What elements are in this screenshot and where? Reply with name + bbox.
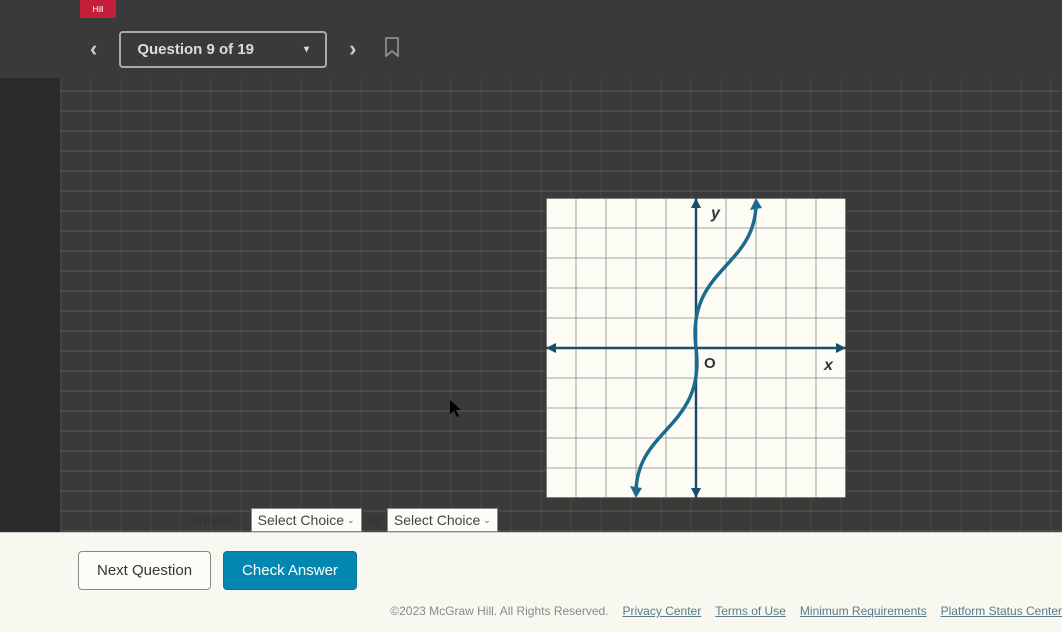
domain-select-1[interactable]: Select Choice ⌄ (251, 508, 362, 532)
action-bar: Next Question Check Answer ©2023 McGraw … (0, 532, 1062, 632)
copyright-text: ©2023 McGraw Hill. All Rights Reserved. (390, 604, 608, 618)
terms-link[interactable]: Terms of Use (715, 604, 786, 618)
domain-label: Domain = (180, 512, 245, 529)
bookmark-icon[interactable] (378, 31, 406, 68)
next-question-button[interactable]: Next Question (78, 551, 211, 590)
publisher-logo: Hill (80, 0, 116, 18)
left-margin (0, 78, 60, 532)
mouse-cursor-icon (450, 400, 464, 423)
coordinate-graph: y x O (546, 198, 846, 498)
next-question-button[interactable]: › (339, 30, 366, 68)
domain-row: Domain = Select Choice ⌄ or Select Choic… (180, 508, 498, 532)
y-axis-label: y (710, 205, 721, 222)
privacy-link[interactable]: Privacy Center (623, 604, 702, 618)
requirements-link[interactable]: Minimum Requirements (800, 604, 927, 618)
chevron-down-icon: ⌄ (483, 515, 491, 526)
check-answer-button[interactable]: Check Answer (223, 551, 357, 590)
question-nav-bar: ‹ Question 9 of 19 ▾ › (0, 0, 1062, 78)
question-selector-label: Question 9 of 19 (137, 41, 254, 58)
domain-select-2[interactable]: Select Choice ⌄ (387, 508, 498, 532)
prev-question-button[interactable]: ‹ (80, 30, 107, 68)
status-link[interactable]: Platform Status Center (941, 604, 1062, 618)
footer: ©2023 McGraw Hill. All Rights Reserved. … (390, 604, 1062, 618)
question-selector-dropdown[interactable]: Question 9 of 19 ▾ (119, 31, 327, 68)
or-text: or (368, 512, 381, 529)
chevron-down-icon: ⌄ (347, 515, 355, 526)
x-axis-label: x (823, 357, 834, 374)
chevron-down-icon: ▾ (304, 44, 309, 55)
question-content: y x O Domain = Select Choice ⌄ or Select… (60, 78, 1062, 532)
origin-label: O (704, 355, 716, 372)
